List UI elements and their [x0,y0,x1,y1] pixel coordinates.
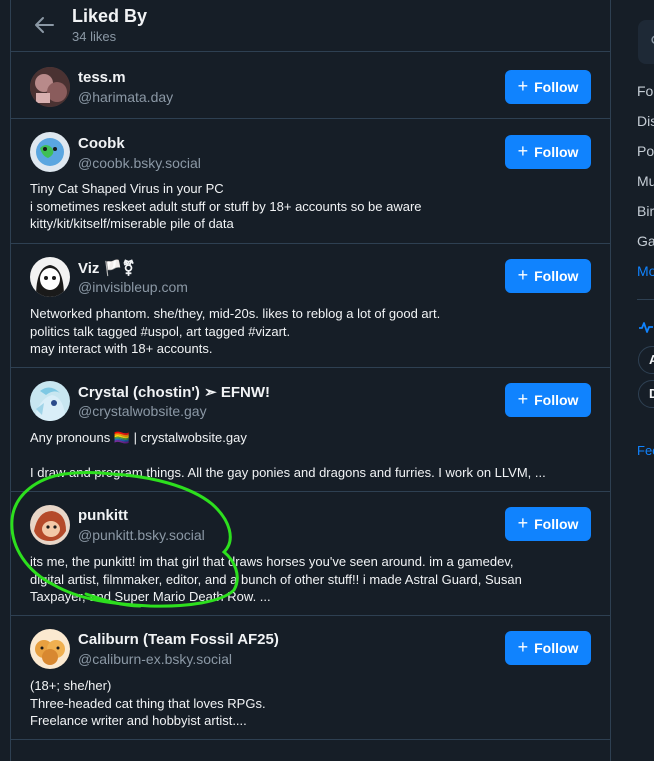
feed-link[interactable]: Ga [637,233,654,249]
follow-button[interactable]: + Follow [505,259,591,293]
left-gutter [0,0,10,761]
follow-button[interactable]: + Follow [505,383,591,417]
list-item[interactable]: Viz 🏳️⚧ @invisibleup.com + Follow Networ… [11,244,611,368]
feed-link[interactable]: Po [637,143,654,159]
right-sidebar: ⚲ Fo Dis Po Mu Bir Ga Mo A D Fee [611,0,654,761]
avatar[interactable] [30,257,70,297]
search-icon: ⚲ [650,32,654,52]
avatar[interactable] [30,381,70,421]
user-handle[interactable]: @crystalwobsite.gay [78,403,207,419]
list-item[interactable]: Coobk @coobk.bsky.social + Follow Tiny C… [11,119,611,244]
user-bio: Tiny Cat Shaped Virus in your PC i somet… [30,181,422,231]
user-handle[interactable]: @invisibleup.com [78,279,188,295]
user-display-name[interactable]: Viz 🏳️⚧ [78,259,135,277]
page-title: Liked By [72,6,148,26]
plus-icon: + [517,637,529,657]
list-item[interactable]: Caliburn (Team Fossil AF25) @caliburn-ex… [11,616,611,740]
liked-by-page: Liked By 34 likes tess.m @harimata.day + [0,0,654,761]
user-display-name[interactable]: tess.m [78,69,126,86]
avatar[interactable] [30,132,70,172]
feed-link[interactable]: Mu [637,173,654,189]
user-bio: (18+; she/her) Three-headed cat thing th… [30,678,266,728]
user-bio: Any pronouns 🏳️‍🌈 | crystalwobsite.gay I… [30,430,546,480]
page-header: Liked By 34 likes [11,0,611,52]
topic-pill[interactable]: A [638,346,654,374]
likes-count: 34 likes [72,29,117,44]
follow-label: Follow [534,144,579,160]
feed-link[interactable]: Dis [637,113,654,129]
plus-icon: + [517,513,529,533]
plus-icon: + [517,141,529,161]
follow-label: Follow [534,268,579,284]
main-column: Liked By 34 likes tess.m @harimata.day + [10,0,611,761]
follow-button[interactable]: + Follow [505,135,591,169]
activity-icon [639,322,653,333]
avatar[interactable] [30,629,70,669]
user-handle[interactable]: @caliburn-ex.bsky.social [78,651,232,667]
user-display-name[interactable]: punkitt [78,507,128,524]
feed-link[interactable]: Bir [637,203,654,219]
user-display-name[interactable]: Coobk [78,135,125,152]
follow-label: Follow [534,392,579,408]
avatar[interactable] [30,67,70,107]
feed-link[interactable]: Fo [637,83,653,99]
user-display-name[interactable]: Caliburn (Team Fossil AF25) [78,631,279,648]
plus-icon: + [517,389,529,409]
back-button[interactable] [31,12,57,38]
user-handle[interactable]: @punkitt.bsky.social [78,527,205,543]
list-item[interactable]: tess.m @harimata.day + Follow [11,56,611,119]
list-item[interactable]: punkitt @punkitt.bsky.social + Follow it… [11,492,611,616]
arrow-left-icon [35,17,54,33]
follow-label: Follow [534,640,579,656]
user-handle[interactable]: @harimata.day [78,89,173,105]
user-display-name[interactable]: Crystal (chostin') ➣ EFNW! [78,383,270,401]
list-item[interactable]: Crystal (chostin') ➣ EFNW! @crystalwobsi… [11,368,611,492]
plus-icon: + [517,76,529,96]
feedback-link[interactable]: Fee [637,443,654,458]
avatar[interactable] [30,505,70,545]
plus-icon: + [517,265,529,285]
follow-button[interactable]: + Follow [505,70,591,104]
user-bio: Networked phantom. she/they, mid-20s. li… [30,306,441,356]
divider [637,299,654,300]
topic-pill[interactable]: D [638,380,654,408]
more-feeds-link[interactable]: Mo [637,263,654,279]
user-handle[interactable]: @coobk.bsky.social [78,155,201,171]
follow-label: Follow [534,79,579,95]
search-input[interactable]: ⚲ [638,20,654,64]
follow-button[interactable]: + Follow [505,507,591,541]
follow-label: Follow [534,516,579,532]
user-bio: its me, the punkitt! im that girl that d… [30,554,522,604]
follow-button[interactable]: + Follow [505,631,591,665]
